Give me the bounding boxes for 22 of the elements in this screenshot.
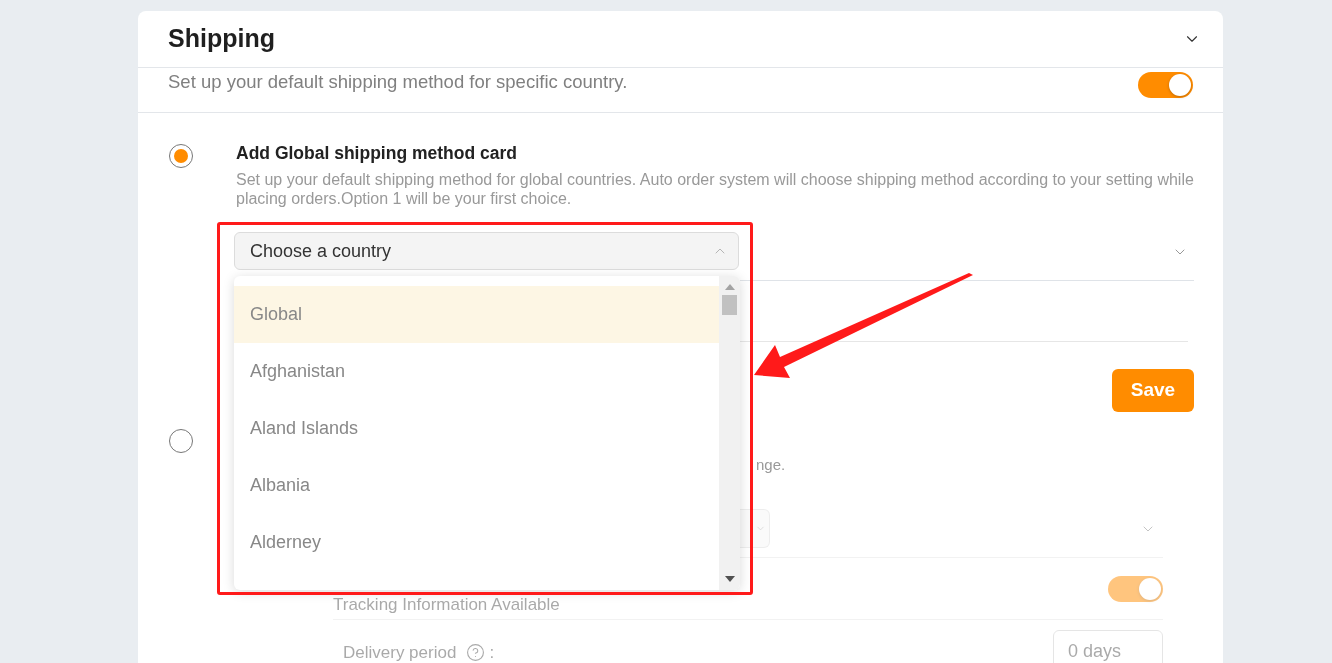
country-select[interactable]: Choose a country — [234, 232, 739, 270]
scrollbar-thumb[interactable] — [722, 295, 737, 315]
help-icon[interactable] — [466, 643, 486, 663]
option-description: nge. — [756, 456, 786, 473]
scroll-up-icon[interactable] — [724, 284, 735, 290]
radio-button[interactable] — [169, 429, 193, 453]
tracking-label: Tracking Information Available — [333, 595, 560, 615]
option-description: Set up your default shipping method for global countries. Auto order system will choose shipping method according to your setting while placing orders.Option 1 will be your first choice. — [236, 170, 1194, 208]
setting-description: Set up your default shipping method for specific country. — [168, 70, 628, 94]
save-button[interactable]: Save — [1112, 369, 1194, 412]
label-colon: : — [489, 642, 495, 663]
select-field[interactable] — [740, 509, 770, 548]
toggle-switch[interactable] — [1138, 72, 1193, 98]
section-title: Shipping — [168, 23, 275, 55]
radio-button[interactable] — [169, 144, 193, 168]
scroll-down-icon[interactable] — [724, 576, 735, 582]
toggle-switch[interactable] — [1108, 575, 1163, 602]
country-option[interactable]: Global — [234, 286, 719, 343]
option-title: Add Global shipping method card — [236, 142, 518, 165]
days-input[interactable]: 0 days — [1053, 630, 1163, 663]
delivery-period-label: Delivery period — [343, 642, 457, 663]
scrollbar-track[interactable] — [719, 276, 740, 590]
